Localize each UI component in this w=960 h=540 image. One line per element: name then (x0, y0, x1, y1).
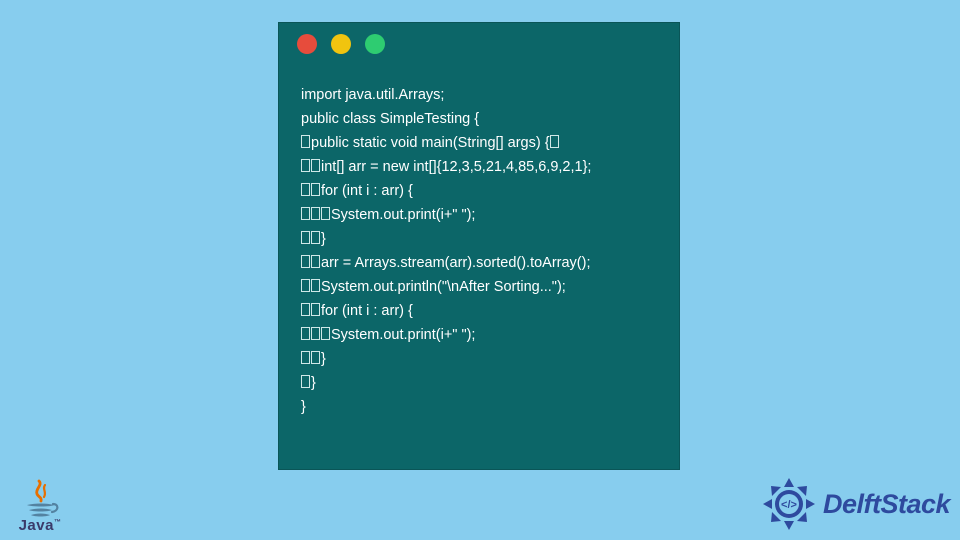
close-icon[interactable] (297, 34, 317, 54)
code-text: for (int i : arr) { (321, 303, 413, 319)
code-block: import java.util.Arrays; public class Sim… (279, 65, 679, 419)
code-text: public class SimpleTesting { (301, 111, 479, 127)
code-line: } (301, 395, 657, 419)
code-text: System.out.print(i+" "); (331, 207, 475, 223)
svg-text:</>: </> (781, 499, 797, 511)
indent-box-icon (311, 207, 320, 220)
code-line: System.out.println("\nAfter Sorting...")… (301, 275, 657, 299)
delftstack-badge-icon: </> (761, 476, 817, 532)
code-text: } (321, 351, 326, 367)
code-text: } (321, 231, 326, 247)
code-line: public static void main(String[] args) { (301, 131, 657, 155)
trail-box-icon (550, 135, 559, 148)
code-window: import java.util.Arrays; public class Sim… (278, 22, 680, 470)
indent-box-icon (321, 207, 330, 220)
java-cup-icon (17, 479, 63, 519)
indent-box-icon (321, 327, 330, 340)
indent-box-icon (311, 303, 320, 316)
indent-box-icon (301, 255, 310, 268)
maximize-icon[interactable] (365, 34, 385, 54)
code-line: } (301, 227, 657, 251)
code-text: System.out.println("\nAfter Sorting...")… (321, 279, 566, 295)
code-line: arr = Arrays.stream(arr).sorted().toArra… (301, 251, 657, 275)
indent-box-icon (301, 231, 310, 244)
indent-box-icon (301, 135, 310, 148)
java-logo-label: Java™ (10, 517, 70, 534)
indent-box-icon (301, 207, 310, 220)
java-logo: Java™ (10, 479, 70, 534)
code-text: public static void main(String[] args) { (311, 135, 550, 151)
indent-box-icon (311, 351, 320, 364)
code-text: arr = Arrays.stream(arr).sorted().toArra… (321, 255, 591, 271)
indent-box-icon (301, 327, 310, 340)
code-text: int[] arr = new int[]{12,3,5,21,4,85,6,9… (321, 159, 591, 175)
indent-box-icon (301, 279, 310, 292)
code-line: for (int i : arr) { (301, 179, 657, 203)
indent-box-icon (311, 183, 320, 196)
code-line: for (int i : arr) { (301, 299, 657, 323)
code-text: for (int i : arr) { (321, 183, 413, 199)
indent-box-icon (301, 183, 310, 196)
indent-box-icon (311, 279, 320, 292)
indent-box-icon (301, 303, 310, 316)
indent-box-icon (301, 351, 310, 364)
indent-box-icon (301, 375, 310, 388)
delftstack-logo: </> DelftStack (761, 476, 950, 532)
code-line: } (301, 347, 657, 371)
indent-box-icon (311, 255, 320, 268)
code-line: System.out.print(i+" "); (301, 323, 657, 347)
code-line: int[] arr = new int[]{12,3,5,21,4,85,6,9… (301, 155, 657, 179)
indent-box-icon (311, 159, 320, 172)
minimize-icon[interactable] (331, 34, 351, 54)
code-text: import java.util.Arrays; (301, 87, 444, 103)
code-text: System.out.print(i+" "); (331, 327, 475, 343)
code-line: } (301, 371, 657, 395)
code-line: import java.util.Arrays; (301, 83, 657, 107)
indent-box-icon (311, 327, 320, 340)
indent-box-icon (311, 231, 320, 244)
code-text: } (311, 375, 316, 391)
indent-box-icon (301, 159, 310, 172)
window-titlebar (279, 23, 679, 65)
delftstack-logo-label: DelftStack (823, 489, 950, 520)
code-text: } (301, 399, 306, 415)
code-line: System.out.print(i+" "); (301, 203, 657, 227)
code-line: public class SimpleTesting { (301, 107, 657, 131)
